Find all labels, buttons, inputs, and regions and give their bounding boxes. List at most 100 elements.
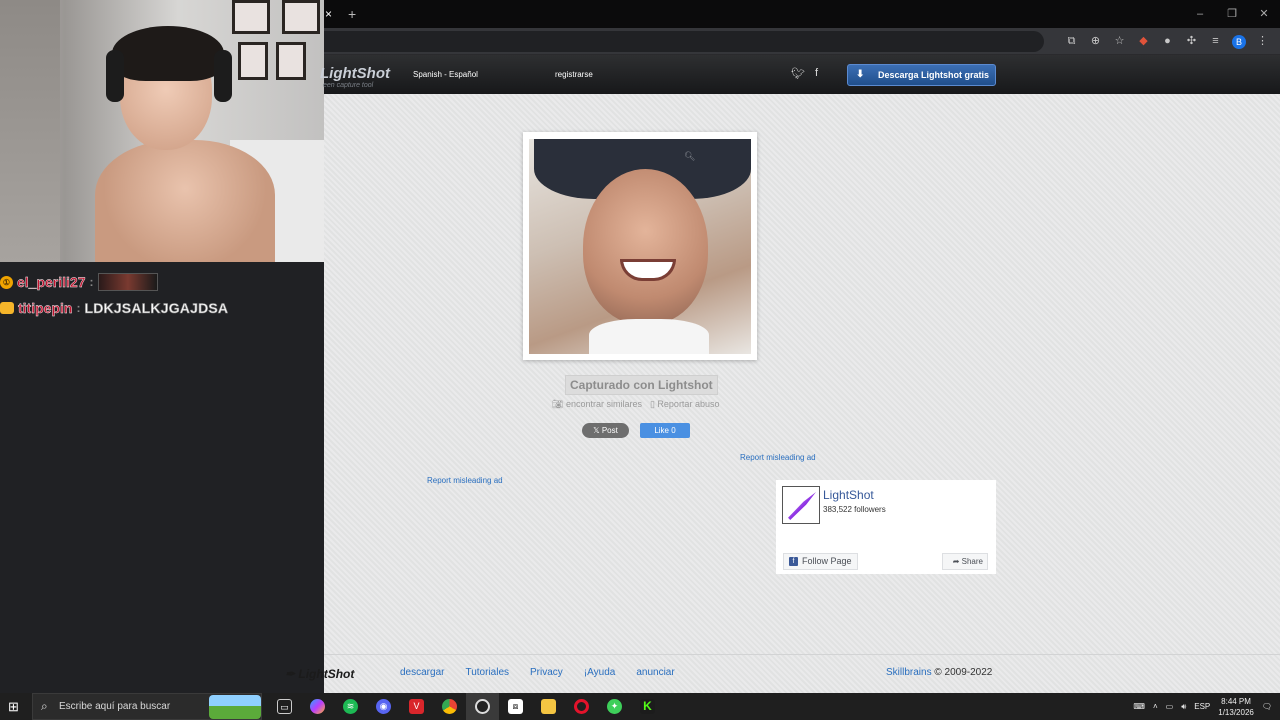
- chat-emote-image: [97, 273, 158, 291]
- extension-fox-icon[interactable]: ◆: [1136, 34, 1151, 49]
- streamer-hair: [112, 26, 224, 81]
- lightshot-page: LightShot een capture tool Spanish - Esp…: [285, 55, 1280, 693]
- headset-left: [106, 50, 124, 102]
- notifications-icon[interactable]: 🗨︎: [1262, 702, 1272, 711]
- footer-logo[interactable]: ✒ LightShot: [285, 667, 354, 681]
- facebook-like-button[interactable]: Like 0: [640, 423, 690, 438]
- input-language[interactable]: ESP: [1194, 702, 1210, 711]
- opera-gx-icon[interactable]: [565, 693, 598, 720]
- download-button-label: Descarga Lightshot gratis: [878, 70, 990, 80]
- skillbrains-link[interactable]: Skillbrains: [886, 667, 932, 678]
- register-link[interactable]: registrarse: [555, 70, 593, 79]
- discord-icon[interactable]: ◉: [367, 693, 400, 720]
- lightshot-logo[interactable]: LightShot: [320, 65, 390, 82]
- webcam-wall-frames: [230, 0, 324, 90]
- facebook-icon[interactable]: f: [815, 67, 818, 80]
- browser-toolbar: ⧉ ⊕ ☆ ◆ ● ✣ ≡ B ⋮: [324, 28, 1280, 55]
- bookmark-star-icon[interactable]: ☆: [1112, 34, 1127, 49]
- report-misleading-ad-link[interactable]: Report misleading ad: [427, 476, 503, 485]
- app-green-icon[interactable]: ✦: [598, 693, 631, 720]
- file-explorer-icon[interactable]: [532, 693, 565, 720]
- restore-icon[interactable]: ❐: [1216, 0, 1248, 28]
- share-button[interactable]: ➦ Share: [942, 553, 988, 570]
- network-icon[interactable]: ▭: [1166, 702, 1174, 711]
- footer-copyright: Skillbrains © 2009-2022: [886, 667, 992, 678]
- screenshot-image[interactable]: 🔍︎: [529, 139, 751, 354]
- headset-right: [214, 50, 232, 102]
- taskbar-apps: ▭ ≋ ◉ V ⧈ ✦ K: [268, 693, 664, 720]
- extension-icon[interactable]: ●: [1160, 34, 1175, 49]
- menu-kebab-icon[interactable]: ⋮: [1255, 34, 1270, 49]
- language-selector[interactable]: Spanish - Español: [413, 70, 478, 79]
- footer-link-tutorials[interactable]: Tutoriales: [465, 667, 509, 678]
- taskbar-search-box[interactable]: ⌕ Escribe aquí para buscar: [32, 693, 262, 720]
- minimize-icon[interactable]: –: [1184, 0, 1216, 28]
- profile-avatar[interactable]: B: [1232, 34, 1246, 49]
- facebook-icon: f: [789, 557, 798, 566]
- twitter-icon[interactable]: 🐦︎: [791, 67, 805, 80]
- report-misleading-ad-link[interactable]: Report misleading ad: [740, 453, 816, 462]
- fb-page-name[interactable]: LightShot: [823, 488, 874, 502]
- spotify-icon[interactable]: ≋: [334, 693, 367, 720]
- clock[interactable]: 8:44 PM 1/13/2026: [1218, 696, 1254, 718]
- chat-badge-icon: ①: [0, 275, 13, 289]
- share-icon: ➦: [952, 557, 962, 566]
- webcam-overlay: [0, 0, 324, 262]
- x-post-button[interactable]: 𝕏 Post: [582, 423, 629, 438]
- extensions-puzzle-icon[interactable]: ✣: [1184, 34, 1199, 49]
- windows-start-icon[interactable]: ⊞: [8, 699, 23, 714]
- new-tab-icon[interactable]: +: [348, 0, 356, 28]
- share-label: Share: [961, 557, 983, 566]
- kick-icon[interactable]: K: [631, 693, 664, 720]
- footer-logo-text: LightShot: [298, 667, 355, 681]
- capcut-icon[interactable]: ⧈: [499, 693, 532, 720]
- chevron-up-icon[interactable]: ˄: [1153, 702, 1158, 711]
- lightshot-feather-logo[interactable]: [782, 486, 820, 524]
- follow-page-label: Follow Page: [802, 556, 852, 566]
- report-abuse-link[interactable]: ▯ Reportar abuso: [650, 399, 720, 410]
- camera-icon: 📷︎: [552, 399, 566, 409]
- address-bar[interactable]: [324, 31, 1044, 52]
- chat-message-text: LDKJSALKJGAJDSA: [84, 300, 229, 317]
- tab-close-icon[interactable]: ×: [324, 0, 334, 28]
- chat-username: el_perili27: [17, 274, 86, 290]
- download-button[interactable]: ⬇ Descarga Lightshot gratis: [847, 64, 996, 86]
- windows-taskbar: ⊞ ⌕ Escribe aquí para buscar ▭ ≋ ◉ V ⧈ ✦…: [0, 693, 1280, 720]
- voicemod-icon[interactable]: V: [400, 693, 433, 720]
- footer-link-privacy[interactable]: Privacy: [530, 667, 563, 678]
- chat-message: ① el_perili27 :: [0, 273, 158, 291]
- facebook-page-widget: LightShot 383,522 followers f Follow Pag…: [776, 480, 996, 574]
- chrome-icon[interactable]: [433, 693, 466, 720]
- footer-links: descargar Tutoriales Privacy ¡Ayuda anun…: [400, 667, 675, 678]
- window-close-icon[interactable]: ✕: [1248, 0, 1280, 28]
- footer-link-download[interactable]: descargar: [400, 667, 444, 678]
- chat-message: titipepin : LDKJSALKJGAJDSA: [0, 299, 228, 317]
- find-similar-link[interactable]: 📷︎ encontrar similares: [552, 399, 642, 410]
- install-app-icon[interactable]: ⧉: [1064, 34, 1079, 49]
- volume-icon[interactable]: 🔊︎: [1181, 702, 1186, 712]
- search-icon: 🔍︎: [684, 151, 696, 161]
- chat-username: titipepin: [18, 300, 73, 316]
- footer-link-advertise[interactable]: anunciar: [636, 667, 674, 678]
- copilot-icon[interactable]: [301, 693, 334, 720]
- screenshot-image-frame: 🔍︎: [523, 132, 757, 360]
- reading-list-icon[interactable]: ≡: [1208, 34, 1223, 49]
- webcam-background-door: [0, 0, 60, 262]
- streamer-body: [95, 140, 275, 262]
- obs-icon[interactable]: [466, 693, 499, 720]
- keyboard-icon[interactable]: ⌨: [1133, 702, 1145, 711]
- copyright-text: © 2009-2022: [934, 667, 993, 678]
- find-similar-label: encontrar similares: [565, 399, 642, 409]
- fb-followers-count: 383,522 followers: [823, 505, 886, 514]
- window-controls: – ❐ ✕: [1184, 0, 1280, 28]
- task-view-icon[interactable]: ▭: [268, 693, 301, 720]
- follow-page-button[interactable]: f Follow Page: [783, 553, 858, 570]
- zoom-icon[interactable]: ⊕: [1088, 34, 1103, 49]
- social-links: 🐦︎ f: [791, 67, 818, 80]
- chat-separator: :: [89, 275, 94, 289]
- download-icon: ⬇: [856, 69, 865, 80]
- toolbar-icons: ⧉ ⊕ ☆ ◆ ● ✣ ≡ B ⋮: [1064, 28, 1270, 55]
- image-actions: 📷︎ encontrar similares ▯ Reportar abuso: [552, 399, 719, 410]
- footer-link-help[interactable]: ¡Ayuda: [584, 667, 616, 678]
- system-tray: ⌨ ˄ ▭ 🔊︎ ESP 8:44 PM 1/13/2026 🗨︎: [1133, 693, 1280, 720]
